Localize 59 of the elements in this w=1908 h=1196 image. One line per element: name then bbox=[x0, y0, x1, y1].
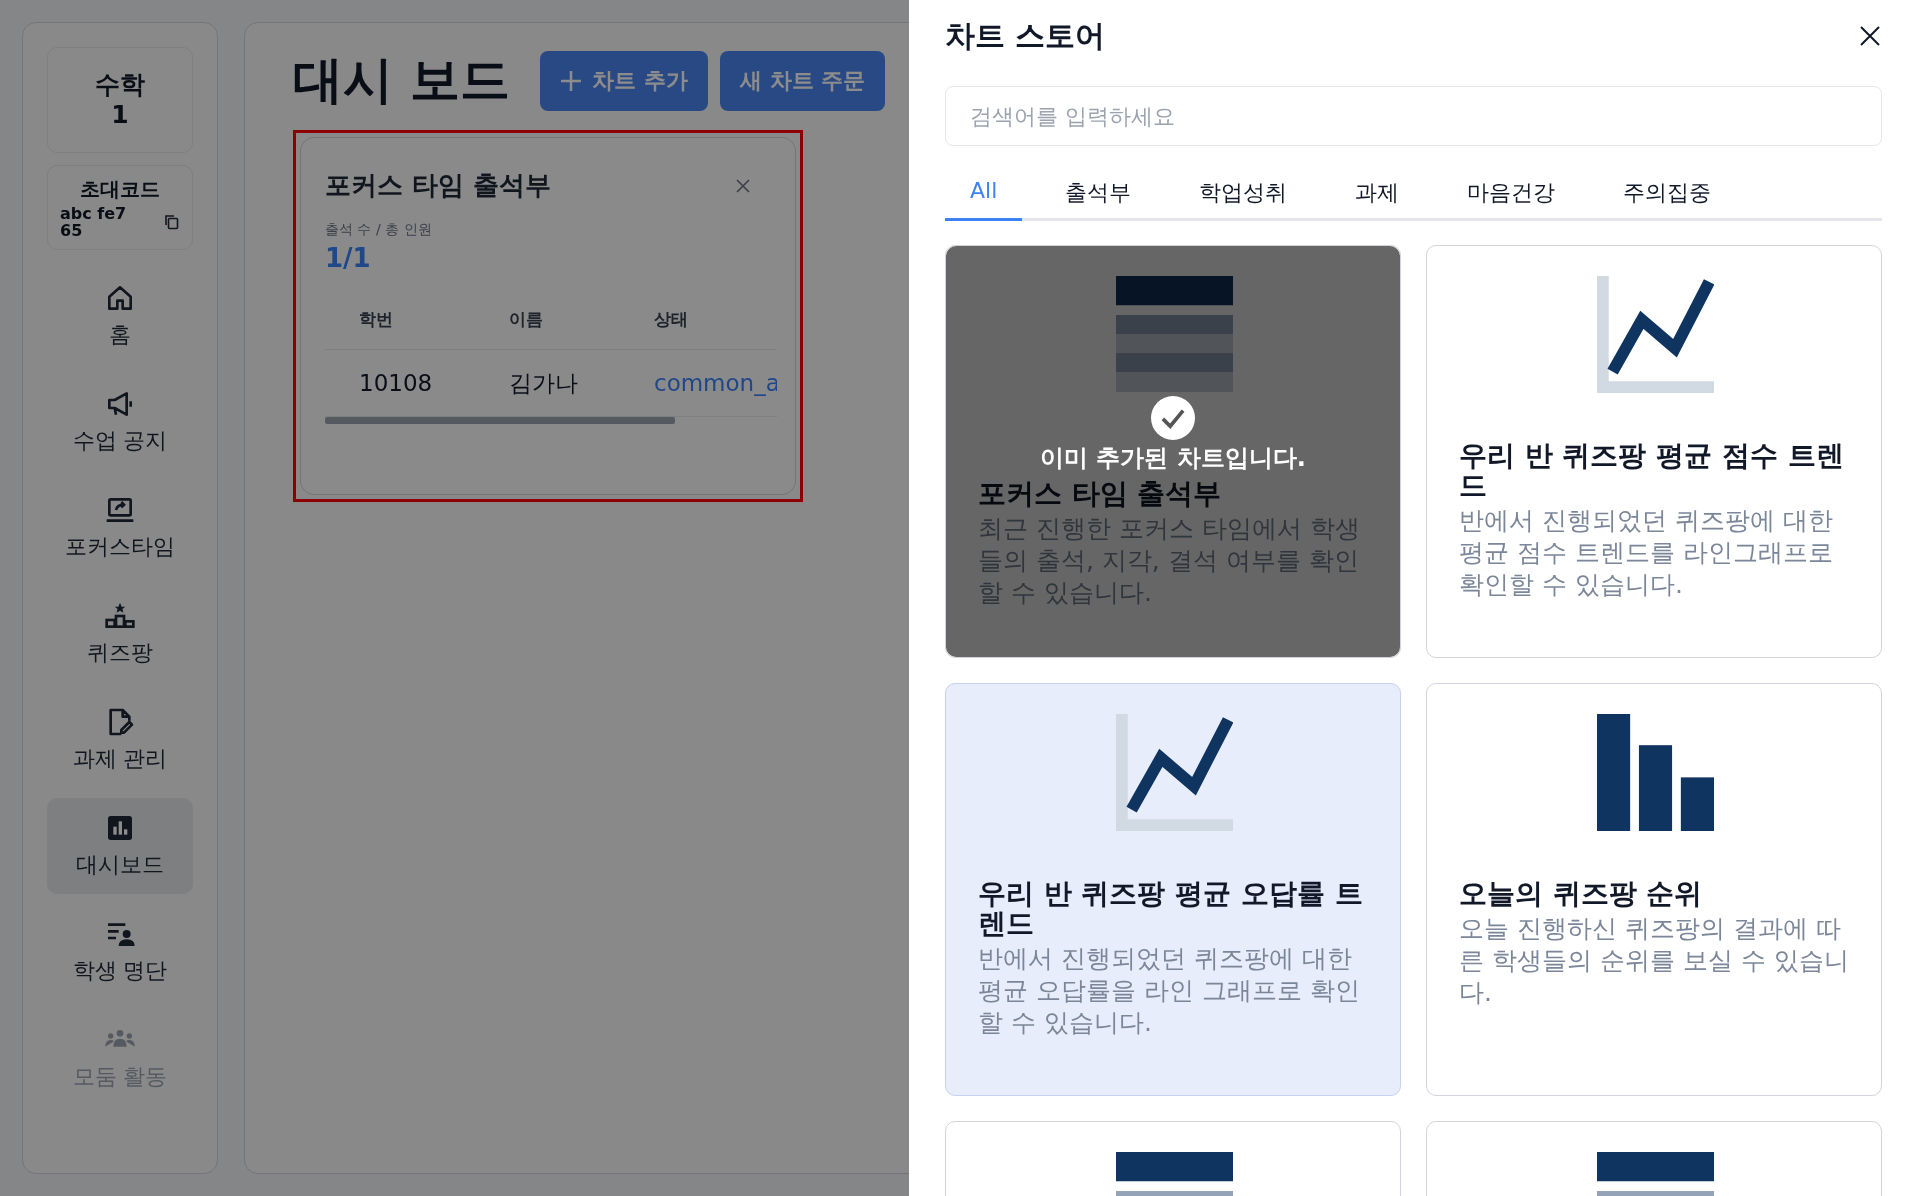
card-title: 우리 반 퀴즈팡 평균 점수 트렌드 bbox=[1459, 441, 1845, 501]
line-chart-icon bbox=[1596, 276, 1714, 393]
invite-code-label: 초대코드 bbox=[79, 176, 161, 203]
table-cell-text: common_a bbox=[654, 369, 777, 398]
table-cell-text: 10108 bbox=[359, 369, 434, 398]
table-cell-text: 김가나 bbox=[509, 368, 579, 398]
subject-label: 수학 bbox=[95, 70, 145, 100]
column-header: 이름 bbox=[509, 307, 544, 331]
category-tab[interactable]: All bbox=[945, 168, 1023, 221]
category-tab[interactable]: 주의집중 bbox=[1598, 168, 1737, 221]
nav-label: 수업 공지 bbox=[72, 427, 168, 455]
nav-item[interactable]: 과제 관리 bbox=[47, 692, 193, 788]
search-field[interactable]: 검색어를 입력하세요 bbox=[945, 86, 1882, 146]
nav-label: 포커스타임 bbox=[65, 533, 175, 561]
class-card[interactable]: 수학 1 bbox=[47, 47, 193, 153]
card-title: 오늘의 퀴즈팡 순위 bbox=[1459, 879, 1704, 909]
card-description: 오늘 진행하신 퀴즈팡의 결과에 따른 학생들의 순위를 보실 수 있습니다. bbox=[1459, 913, 1850, 1009]
category-tab[interactable]: 과제 bbox=[1330, 168, 1425, 221]
category-tab[interactable]: 학업성취 bbox=[1174, 168, 1313, 221]
chart-card[interactable]: 우리 반 퀴즈팡 평균 점수 트렌드 반에서 진행되었던 퀴즈팡에 대한 평균 점수 트렌드를 라인그래프로 확인할 수 있습니다. bbox=[1426, 245, 1882, 658]
stat-label: 출석 수 / 총 인원 bbox=[325, 221, 433, 239]
nav-label: 홈 bbox=[109, 321, 131, 349]
page-title: 대시 보드 bbox=[293, 50, 511, 111]
card-description: 반에서 진행되었던 퀴즈팡에 대한 평균 오답률을 라인 그래프로 확인할 수 있습니다. bbox=[978, 943, 1361, 1039]
class-number: 1 bbox=[111, 100, 129, 130]
category-tab[interactable]: 마음건강 bbox=[1442, 168, 1581, 221]
copy-icon[interactable] bbox=[164, 214, 180, 230]
close-icon[interactable] bbox=[1858, 24, 1882, 48]
added-note: 이미 추가된 차트입니다. bbox=[1040, 443, 1306, 474]
nav-item[interactable]: 포커스타임 bbox=[47, 480, 193, 576]
table-icon bbox=[1115, 276, 1233, 393]
add-chart-button[interactable]: 차트 추가 bbox=[540, 50, 709, 111]
nav-item[interactable]: 퀴즈팡 bbox=[47, 586, 193, 682]
invite-code: abc fe765 bbox=[60, 205, 128, 239]
stat-value: 1/1 bbox=[325, 243, 372, 273]
line-chart-icon bbox=[1115, 714, 1233, 831]
widget-title: 포커스 타임 출석부 bbox=[325, 169, 552, 202]
card-title: 포커스 타임 출석부 bbox=[978, 479, 1223, 509]
bar-chart-icon bbox=[1596, 714, 1714, 831]
check-icon bbox=[1151, 396, 1195, 440]
drawer-title: 차트 스토어 bbox=[945, 16, 1106, 55]
nav-label: 대시보드 bbox=[76, 851, 164, 879]
nav-label: 과제 관리 bbox=[72, 745, 168, 773]
chart-card[interactable]: 우리 반 퀴즈팡 평균 오답률 트렌드 반에서 진행되었던 퀴즈팡에 대한 평균 오답률을 라인 그래프로 확인할 수 있습니다. bbox=[945, 683, 1401, 1096]
order-chart-button[interactable]: 새 차트 주문 bbox=[720, 50, 886, 111]
column-header: 학번 bbox=[359, 307, 394, 331]
card-title: 우리 반 퀴즈팡 평균 오답률 트렌드 bbox=[978, 879, 1364, 939]
column-header: 상태 bbox=[654, 307, 689, 331]
nav-item[interactable]: 학생 명단 bbox=[47, 904, 193, 1000]
plus-icon bbox=[560, 69, 583, 92]
nav-label: 학생 명단 bbox=[72, 957, 168, 985]
nav-item[interactable]: 홈 bbox=[47, 268, 193, 364]
chart-card[interactable]: 오늘의 퀴즈팡 순위 오늘 진행하신 퀴즈팡의 결과에 따른 학생들의 순위를 보실 수 있습니다. bbox=[1426, 683, 1882, 1096]
category-tab[interactable]: 출석부 bbox=[1040, 168, 1157, 221]
card-description: 반에서 진행되었던 퀴즈팡에 대한 평균 점수 트렌드를 라인그래프로 확인할 수 있습니다. bbox=[1459, 505, 1834, 601]
nav-item[interactable]: 대시보드 bbox=[47, 798, 193, 894]
scrollbar-thumb[interactable] bbox=[325, 417, 675, 424]
nav-item[interactable]: 수업 공지 bbox=[47, 374, 193, 470]
nav-label: 퀴즈팡 bbox=[87, 639, 153, 667]
